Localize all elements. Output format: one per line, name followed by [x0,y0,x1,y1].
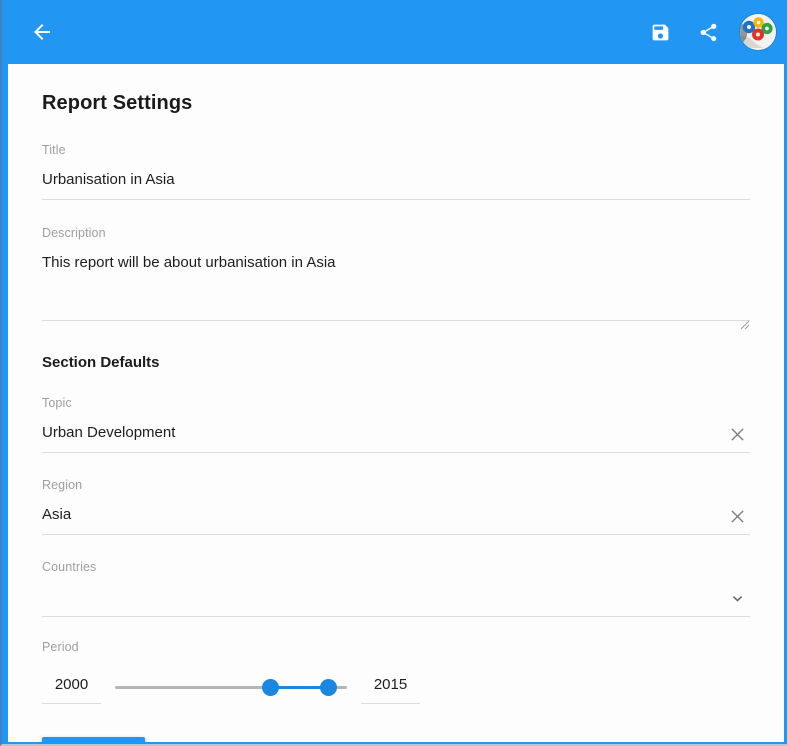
region-field-line: Asia [42,493,750,535]
close-icon [730,509,744,523]
topic-field-label: Topic [42,396,72,410]
title-field-label: Title [42,143,66,157]
close-icon [730,427,744,441]
chevron-down-icon [732,595,742,602]
back-arrow-icon [30,20,54,44]
countries-field-label: Countries [42,560,97,574]
settings-panel: Report Settings Title Urbanisation in As… [8,64,784,742]
region-input[interactable]: Asia [42,493,750,534]
back-button[interactable] [22,12,62,52]
countries-field: Countries [42,559,750,617]
action-bar: SAVE CANCEL [42,737,750,742]
app-window: Report Settings Title Urbanisation in As… [0,0,788,746]
topic-input[interactable]: Urban Development [42,411,750,452]
period-range-slider[interactable] [115,671,347,703]
description-input[interactable]: This report will be about urbanisation i… [42,241,750,282]
description-field-label: Description [42,226,106,240]
period-start-input[interactable]: 2000 [42,675,101,695]
slider-thumb-start[interactable] [261,679,279,696]
title-input[interactable]: Urbanisation in Asia [42,158,750,199]
app-bar [2,0,787,64]
topic-clear-button[interactable] [724,421,750,447]
period-end-field: 2015 [361,671,420,704]
resize-handle-icon[interactable] [738,317,750,330]
region-field: Region Asia [42,477,750,535]
region-clear-button[interactable] [724,503,750,529]
save-disk-icon [650,22,671,43]
avatar[interactable] [740,14,776,50]
save-report-button[interactable] [640,12,680,52]
description-field-line: This report will be about urbanisation i… [42,241,750,330]
save-button[interactable]: SAVE [42,737,145,742]
page-title: Report Settings [42,92,193,114]
period-field: Period 2000 2015 [42,639,750,709]
region-field-label: Region [42,478,83,492]
countries-input[interactable] [42,575,750,616]
section-defaults-title: Section Defaults [42,354,160,371]
cancel-button[interactable]: CANCEL [171,740,246,743]
share-icon [698,22,719,43]
title-field-line: Urbanisation in Asia [42,158,750,200]
period-end-input[interactable]: 2015 [361,675,420,695]
period-start-field: 2000 [42,671,101,704]
share-button[interactable] [688,12,728,52]
countries-dropdown-button[interactable] [724,585,750,611]
description-field: Description This report will be about ur… [42,225,750,330]
slider-thumb-end[interactable] [319,679,337,696]
title-field: Title Urbanisation in Asia [42,142,750,200]
topic-field: Topic Urban Development [42,395,750,453]
period-field-label: Period [42,640,79,654]
countries-field-line [42,575,750,617]
topic-field-line: Urban Development [42,411,750,453]
period-row: 2000 2015 [42,665,750,709]
